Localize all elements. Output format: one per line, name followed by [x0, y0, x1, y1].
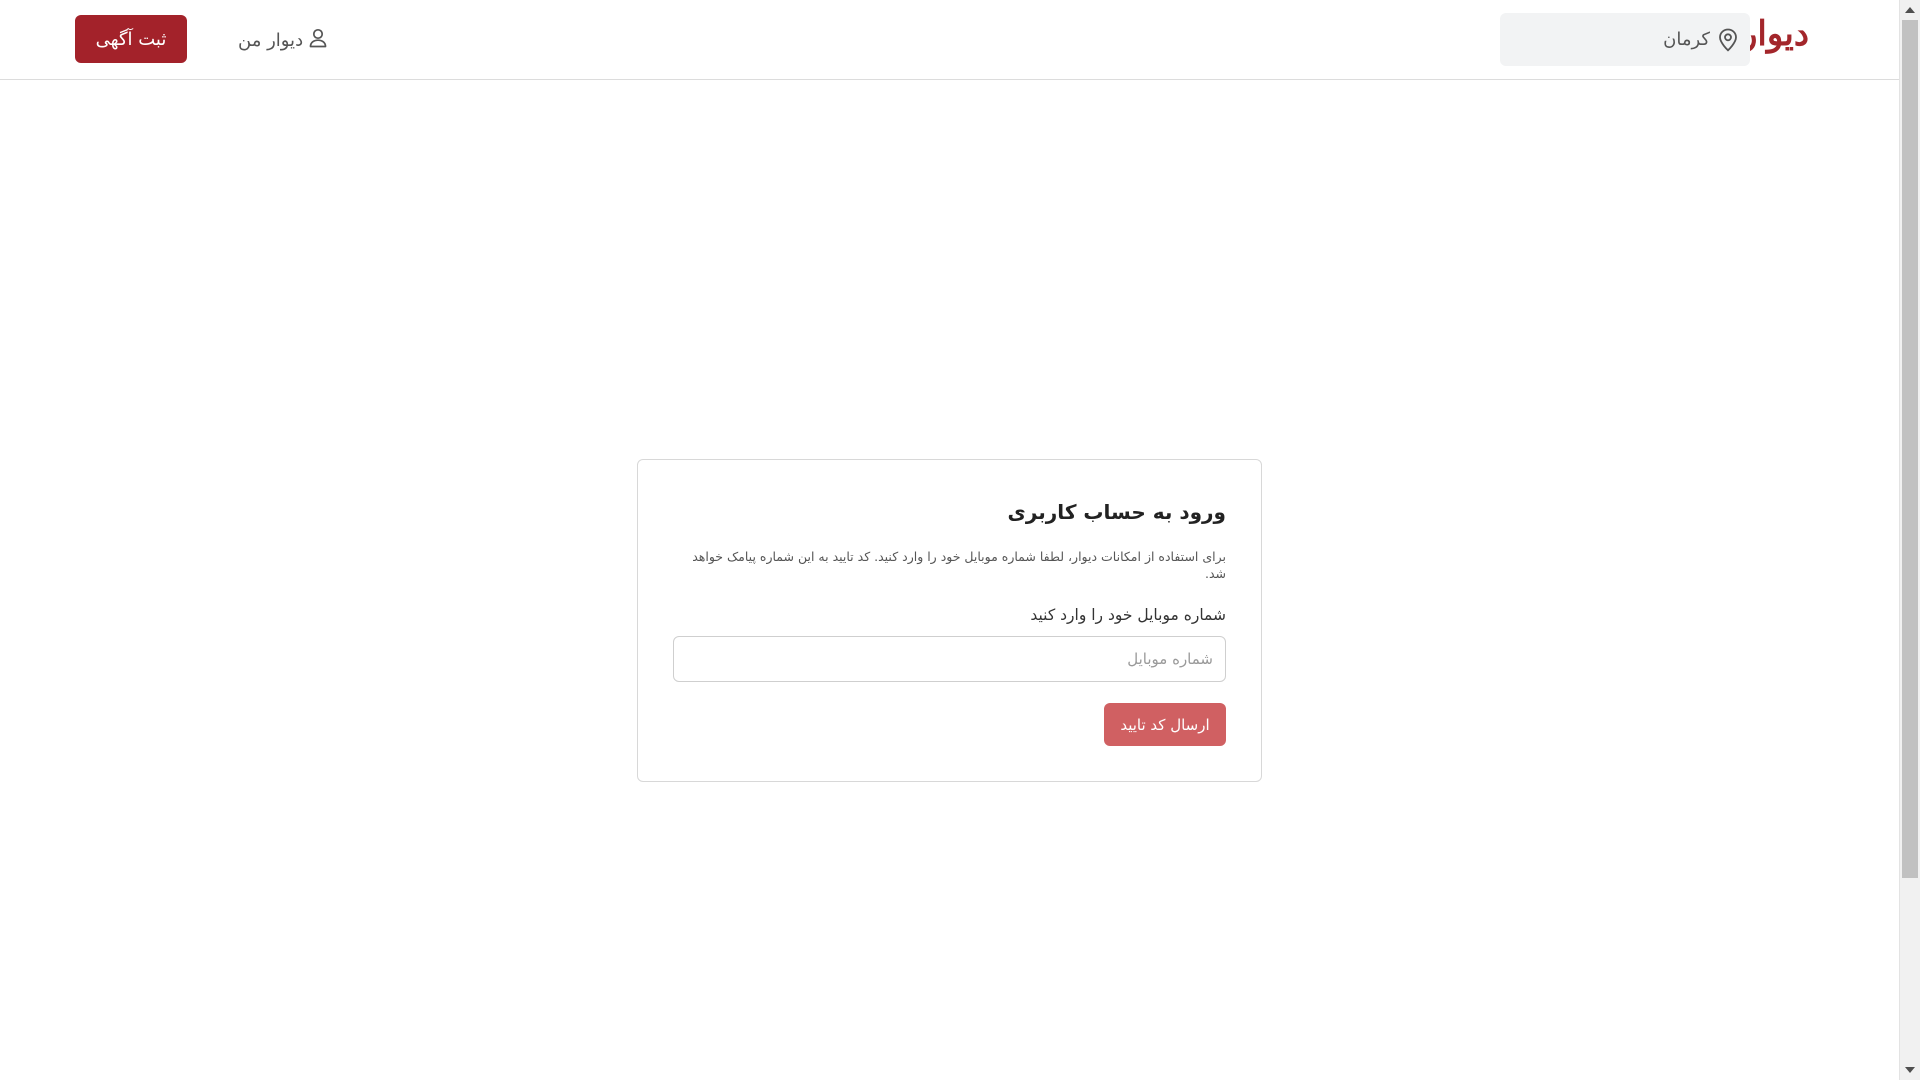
map-pin-icon — [1718, 28, 1738, 52]
my-divar-label: دیوار من — [238, 29, 304, 51]
scroll-thumb[interactable] — [1902, 20, 1918, 878]
divar-logo[interactable]: دیوار — [1741, 14, 1809, 54]
city-label: کرمان — [1663, 29, 1710, 50]
scroll-down-arrow-icon[interactable] — [1905, 1067, 1915, 1073]
login-description: برای استفاده از امکانات دیوار، لطفا شمار… — [692, 549, 1226, 581]
login-card: ورود به حساب کاربری برای استفاده از امکا… — [637, 459, 1262, 782]
scroll-up-arrow-icon[interactable] — [1905, 7, 1915, 13]
login-title: ورود به حساب کاربری — [1007, 500, 1226, 524]
top-header: دیوار کرمان دیوار من ثبت آگهی — [0, 0, 1899, 80]
page: دیوار کرمان دیوار من ثبت آگهی ورود به حس… — [0, 0, 1920, 1080]
city-selector[interactable]: کرمان — [1500, 13, 1750, 66]
phone-field-label: شماره موبایل خود را وارد کنید — [1030, 606, 1226, 624]
post-ad-button[interactable]: ثبت آگهی — [75, 15, 187, 63]
vertical-scrollbar[interactable] — [1899, 0, 1920, 1080]
send-code-button[interactable]: ارسال کد تایید — [1104, 703, 1226, 746]
user-icon — [309, 28, 327, 53]
my-divar-link[interactable]: دیوار من — [238, 24, 327, 56]
phone-input[interactable] — [673, 636, 1226, 682]
